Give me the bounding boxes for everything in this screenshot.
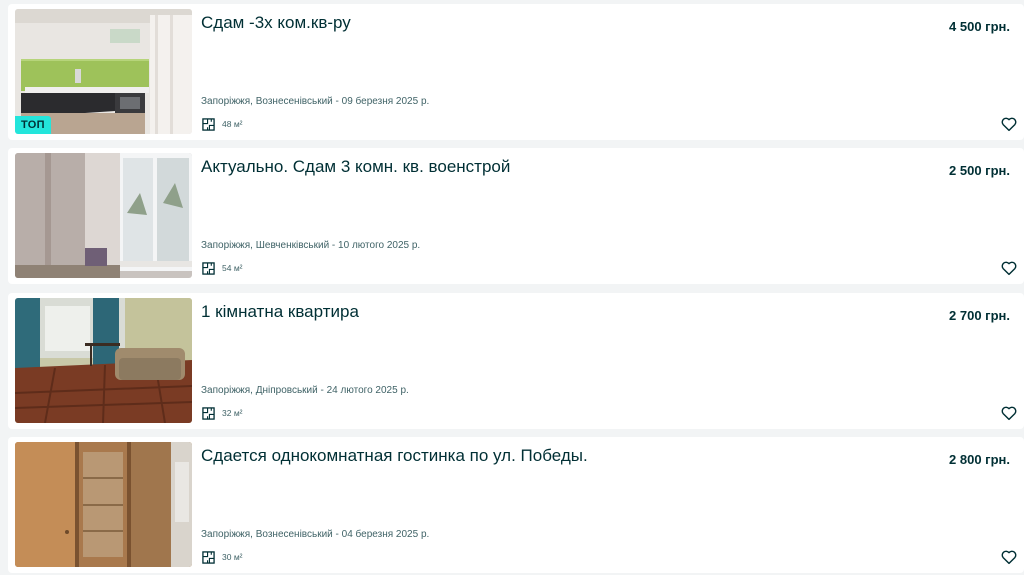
- listing-title[interactable]: Сдается однокомнатная гостинка по ул. По…: [201, 446, 901, 466]
- listing-card[interactable]: 1 кімнатна квартира 2 700 грн. Запоріжжя…: [8, 293, 1024, 429]
- heart-outline-icon: [1001, 261, 1017, 276]
- living-room-photo: [15, 298, 192, 423]
- area-value: 48 м²: [222, 119, 243, 129]
- heart-outline-icon: [1001, 406, 1017, 421]
- top-badge: ТОП: [15, 116, 51, 134]
- listing-location-date: Запоріжжя, Вознесенівський - 04 березня …: [201, 529, 430, 540]
- listing-location-date: Запоріжжя, Шевченківський - 10 лютого 20…: [201, 240, 421, 251]
- heart-outline-icon: [1001, 550, 1017, 565]
- listing-photo[interactable]: [15, 153, 192, 278]
- listing-price: 2 500 грн.: [949, 163, 1010, 178]
- room-window-photo: [15, 153, 192, 278]
- listing-area: 48 м²: [202, 117, 243, 131]
- listing-location-date: Запоріжжя, Вознесенівський - 09 березня …: [201, 96, 430, 107]
- floor-plan-icon: [202, 117, 215, 131]
- wardrobe-photo: [15, 442, 192, 567]
- floor-plan-icon: [202, 406, 215, 420]
- area-value: 54 м²: [222, 263, 243, 273]
- listing-title[interactable]: Актуально. Сдам 3 комн. кв. военстрой: [201, 157, 901, 177]
- floor-plan-icon: [202, 261, 215, 275]
- listing-price: 2 700 грн.: [949, 308, 1010, 323]
- listing-photo[interactable]: [15, 298, 192, 423]
- listing-card[interactable]: Актуально. Сдам 3 комн. кв. военстрой 2 …: [8, 148, 1024, 284]
- favorite-button[interactable]: [1000, 548, 1018, 566]
- listing-photo[interactable]: [15, 442, 192, 567]
- favorite-button[interactable]: [1000, 259, 1018, 277]
- favorite-button[interactable]: [1000, 404, 1018, 422]
- listing-card[interactable]: Сдается однокомнатная гостинка по ул. По…: [8, 437, 1024, 573]
- listing-card[interactable]: ТОП Сдам -3х ком.кв-ру 4 500 грн. Запорі…: [8, 4, 1024, 140]
- listing-title[interactable]: Сдам -3х ком.кв-ру: [201, 13, 901, 33]
- listing-area: 30 м²: [202, 550, 243, 564]
- listing-area: 54 м²: [202, 261, 243, 275]
- area-value: 30 м²: [222, 552, 243, 562]
- favorite-button[interactable]: [1000, 115, 1018, 133]
- listing-photo[interactable]: ТОП: [15, 9, 192, 134]
- listing-price: 2 800 грн.: [949, 452, 1010, 467]
- listing-list: ТОП Сдам -3х ком.кв-ру 4 500 грн. Запорі…: [0, 0, 1024, 575]
- heart-outline-icon: [1001, 117, 1017, 132]
- listing-title[interactable]: 1 кімнатна квартира: [201, 302, 901, 322]
- listing-price: 4 500 грн.: [949, 19, 1010, 34]
- area-value: 32 м²: [222, 408, 243, 418]
- listing-area: 32 м²: [202, 406, 243, 420]
- floor-plan-icon: [202, 550, 215, 564]
- listing-location-date: Запоріжжя, Дніпровський - 24 лютого 2025…: [201, 385, 409, 396]
